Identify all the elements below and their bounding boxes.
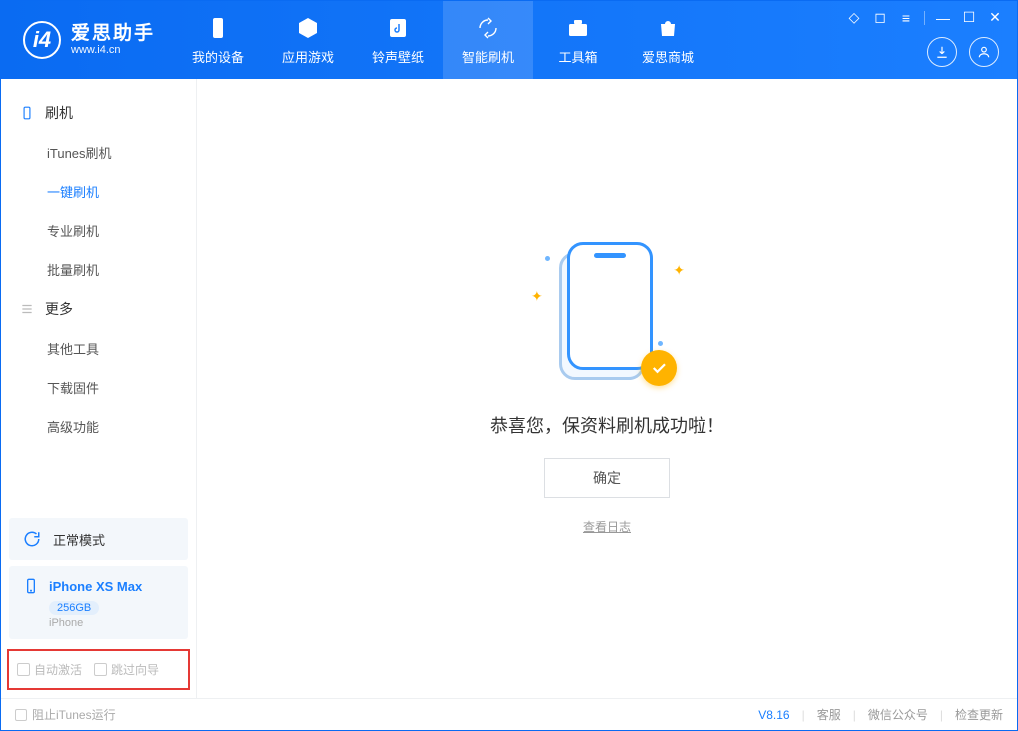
music-icon [385, 15, 411, 41]
mode-label: 正常模式 [53, 530, 105, 549]
section-label: 更多 [45, 299, 73, 319]
tab-label: 智能刷机 [462, 47, 514, 66]
tab-store[interactable]: 爱思商城 [623, 1, 713, 79]
bag-icon [655, 15, 681, 41]
wechat-link[interactable]: 微信公众号 [868, 706, 928, 723]
app-url: www.i4.cn [71, 44, 155, 56]
version-label: V8.16 [758, 708, 789, 722]
options-row: 自动激活 跳过向导 [7, 649, 190, 690]
auto-activate-checkbox[interactable]: 自动激活 [17, 661, 82, 678]
sidebar-section-more: 更多 [1, 289, 196, 329]
sidebar-item-batch-flash[interactable]: 批量刷机 [1, 250, 196, 289]
device-phone-icon [21, 576, 41, 596]
tab-tools[interactable]: 工具箱 [533, 1, 623, 79]
check-update-link[interactable]: 检查更新 [955, 706, 1003, 723]
success-illustration: ✦ ✦ [527, 242, 687, 392]
device-type: iPhone [49, 617, 176, 629]
option-label: 自动激活 [34, 661, 82, 678]
sync-icon [21, 528, 43, 550]
download-button[interactable] [927, 37, 957, 67]
sidebar-item-other-tools[interactable]: 其他工具 [1, 329, 196, 368]
tab-apps[interactable]: 应用游戏 [263, 1, 353, 79]
sidebar-item-itunes-flash[interactable]: iTunes刷机 [1, 133, 196, 172]
app-logo: i4 爱思助手 www.i4.cn [1, 21, 173, 59]
checkbox-label: 阻止iTunes运行 [32, 706, 116, 723]
sidebar-section-flash: 刷机 [1, 93, 196, 133]
shirt-icon[interactable]: ◇ [846, 9, 862, 26]
tab-label: 我的设备 [192, 47, 244, 66]
sidebar-item-advanced[interactable]: 高级功能 [1, 407, 196, 446]
lock-icon[interactable]: ◻ [872, 9, 888, 26]
account-button[interactable] [969, 37, 999, 67]
toolbox-icon [565, 15, 591, 41]
checkbox-icon [15, 709, 27, 721]
close-button[interactable]: ✕ [987, 9, 1003, 26]
tab-ringtone[interactable]: 铃声壁纸 [353, 1, 443, 79]
sparkle-icon: ✦ [673, 262, 685, 279]
tab-label: 铃声壁纸 [372, 47, 424, 66]
sidebar-item-onekey-flash[interactable]: 一键刷机 [1, 172, 196, 211]
option-label: 跳过向导 [111, 661, 159, 678]
device-card[interactable]: iPhone XS Max 256GB iPhone [9, 566, 188, 639]
checkmark-badge-icon [641, 350, 677, 386]
device-name: iPhone XS Max [49, 579, 142, 594]
header-actions [927, 37, 999, 67]
checkbox-icon [94, 663, 107, 676]
tab-label: 爱思商城 [642, 47, 694, 66]
app-header: i4 爱思助手 www.i4.cn 我的设备 应用游戏 铃声壁纸 智能刷机 工具… [1, 1, 1017, 79]
cube-icon [295, 15, 321, 41]
list-icon [19, 301, 35, 317]
checkbox-icon [17, 663, 30, 676]
customer-service-link[interactable]: 客服 [817, 706, 841, 723]
maximize-button[interactable]: ☐ [961, 9, 977, 26]
main-tabs: 我的设备 应用游戏 铃声壁纸 智能刷机 工具箱 爱思商城 [173, 1, 713, 79]
logo-icon: i4 [23, 21, 61, 59]
ok-button[interactable]: 确定 [544, 458, 670, 498]
block-itunes-checkbox[interactable]: 阻止iTunes运行 [15, 706, 116, 723]
view-log-link[interactable]: 查看日志 [583, 518, 631, 535]
tab-label: 工具箱 [559, 47, 598, 66]
tab-my-device[interactable]: 我的设备 [173, 1, 263, 79]
content-area: ✦ ✦ 恭喜您，保资料刷机成功啦！ 确定 查看日志 [197, 79, 1017, 698]
menu-icon[interactable]: ≡ [898, 10, 914, 26]
success-message: 恭喜您，保资料刷机成功啦！ [490, 412, 724, 438]
sidebar-item-pro-flash[interactable]: 专业刷机 [1, 211, 196, 250]
device-capacity: 256GB [49, 601, 99, 615]
phone-icon [205, 15, 231, 41]
tab-label: 应用游戏 [282, 47, 334, 66]
sidebar: 刷机 iTunes刷机 一键刷机 专业刷机 批量刷机 更多 其他工具 下载固件 … [1, 79, 197, 698]
skip-guide-checkbox[interactable]: 跳过向导 [94, 661, 159, 678]
mode-card[interactable]: 正常模式 [9, 518, 188, 560]
app-title: 爱思助手 [71, 24, 155, 45]
section-label: 刷机 [45, 103, 73, 123]
sparkle-icon: ✦ [531, 288, 543, 305]
tab-flash[interactable]: 智能刷机 [443, 1, 533, 79]
separator [924, 11, 925, 25]
refresh-icon [475, 15, 501, 41]
statusbar: 阻止iTunes运行 V8.16 | 客服 | 微信公众号 | 检查更新 [1, 698, 1017, 730]
sidebar-item-firmware[interactable]: 下载固件 [1, 368, 196, 407]
minimize-button[interactable]: — [935, 10, 951, 26]
phone-outline-icon [19, 105, 35, 121]
window-controls: ◇ ◻ ≡ — ☐ ✕ [846, 9, 1003, 26]
